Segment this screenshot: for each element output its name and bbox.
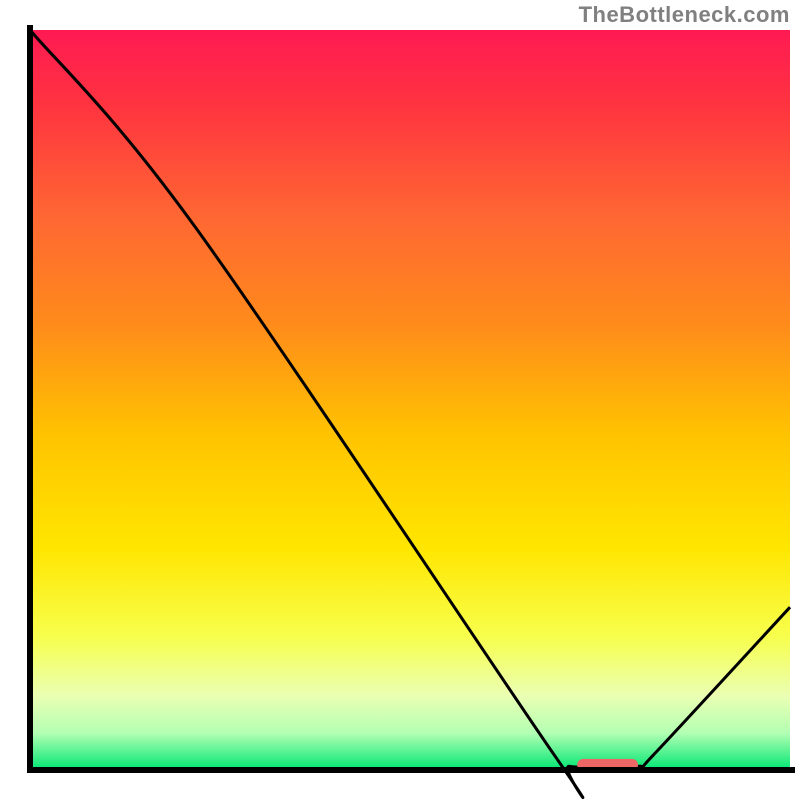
bottleneck-chart: TheBottleneck.com	[0, 0, 800, 800]
chart-svg	[0, 0, 800, 800]
plot-area	[30, 28, 792, 798]
watermark-text: TheBottleneck.com	[579, 2, 790, 28]
gradient-background	[30, 30, 790, 770]
